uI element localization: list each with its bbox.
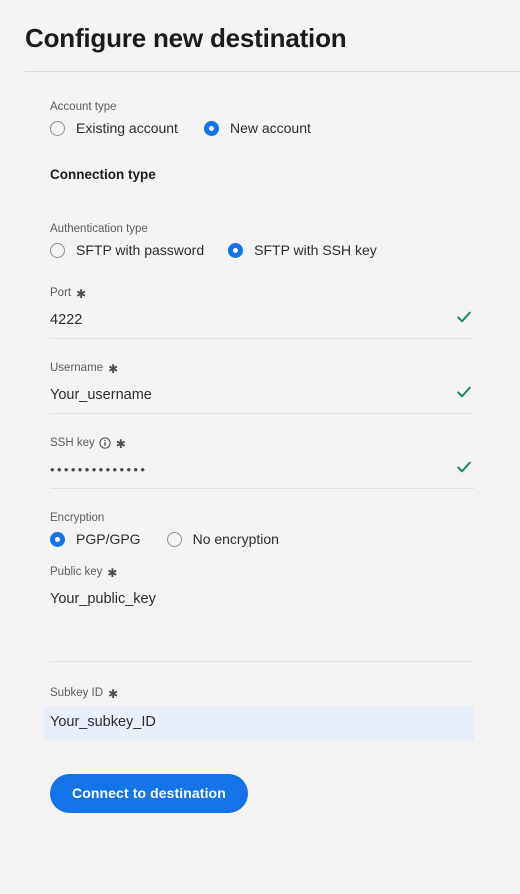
connection-type-heading: Connection type [50,167,156,182]
destination-form: Account type Existing account New accoun… [44,100,474,813]
subkey-id-label: Subkey ID ✱ [50,686,474,700]
port-field[interactable]: 4222 [50,306,474,339]
account-type-label-text: Account type [50,101,117,113]
port-underline [50,338,474,339]
radio-no-encryption-label: No encryption [192,531,279,547]
radio-new-account-label: New account [229,120,311,136]
radio-existing-account[interactable]: Existing account [50,120,178,136]
radio-existing-account-mark[interactable] [50,120,65,136]
username-input[interactable]: Your_username [50,381,474,413]
public-key-field[interactable]: Your_public_key [50,585,474,641]
info-circle-icon[interactable] [99,437,111,449]
ssh-key-required-marker: ✱ [115,437,126,451]
radio-no-encryption[interactable]: No encryption [166,531,279,547]
authentication-type-label: Authentication type [50,222,474,236]
radio-new-account[interactable]: New account [203,120,311,136]
ssh-key-label-text: SSH key [50,437,95,449]
radio-sftp-with-ssh-key-mark[interactable] [228,242,244,258]
radio-existing-account-label: Existing account [76,120,178,136]
radio-sftp-with-password-label: SFTP with password [76,242,205,258]
encryption-label-text: Encryption [50,512,105,524]
username-required-marker: ✱ [108,362,119,376]
ssh-key-field[interactable]: •••••••••••••• [50,456,474,489]
radio-sftp-with-ssh-key[interactable]: SFTP with SSH key [228,242,377,258]
ssh-key-label: SSH key ✱ [50,436,474,450]
ssh-key-underline [50,488,474,489]
username-label: Username ✱ [50,361,474,375]
radio-sftp-with-password[interactable]: SFTP with password [50,242,204,258]
radio-no-encryption-mark[interactable] [166,531,182,547]
title-divider [25,71,520,72]
radio-pgp-gpg-mark[interactable] [50,531,65,547]
authentication-type-radio-group[interactable]: SFTP with password SFTP with SSH key [50,242,474,258]
username-field[interactable]: Your_username [50,381,474,414]
form-actions: Connect to destination [50,774,474,813]
port-input[interactable]: 4222 [50,306,474,338]
radio-sftp-with-password-mark[interactable] [50,242,65,258]
subkey-id-field[interactable]: Your_subkey_ID [44,706,474,740]
check-icon [456,309,472,325]
public-key-divider [50,661,474,662]
account-type-label: Account type [50,100,474,114]
radio-sftp-with-ssh-key-label: SFTP with SSH key [254,242,377,258]
port-label-text: Port [50,287,72,299]
port-label: Port ✱ [50,286,474,300]
port-required-marker: ✱ [76,287,87,301]
public-key-required-marker: ✱ [107,566,118,580]
check-icon [456,384,472,400]
page-title: Configure new destination [25,23,347,53]
encryption-radio-group[interactable]: PGP/GPG No encryption [50,531,474,547]
connect-to-destination-button[interactable]: Connect to destination [50,774,248,813]
ssh-key-input[interactable]: •••••••••••••• [50,456,474,488]
subkey-id-required-marker: ✱ [108,687,119,701]
radio-new-account-mark[interactable] [203,120,219,136]
radio-pgp-gpg-label: PGP/GPG [76,531,141,547]
radio-pgp-gpg[interactable]: PGP/GPG [50,531,141,547]
subkey-id-input[interactable]: Your_subkey_ID [50,712,466,732]
configure-destination-page: Configure new destination Account type E… [0,0,520,894]
encryption-label: Encryption [50,511,474,525]
public-key-input[interactable]: Your_public_key [50,585,474,617]
username-label-text: Username [50,362,104,374]
check-icon [456,459,472,475]
username-underline [50,413,474,414]
authentication-type-label-text: Authentication type [50,223,148,235]
subkey-id-label-text: Subkey ID [50,687,104,699]
account-type-radio-group[interactable]: Existing account New account [50,120,474,136]
public-key-label: Public key ✱ [50,565,474,579]
public-key-label-text: Public key [50,566,103,578]
